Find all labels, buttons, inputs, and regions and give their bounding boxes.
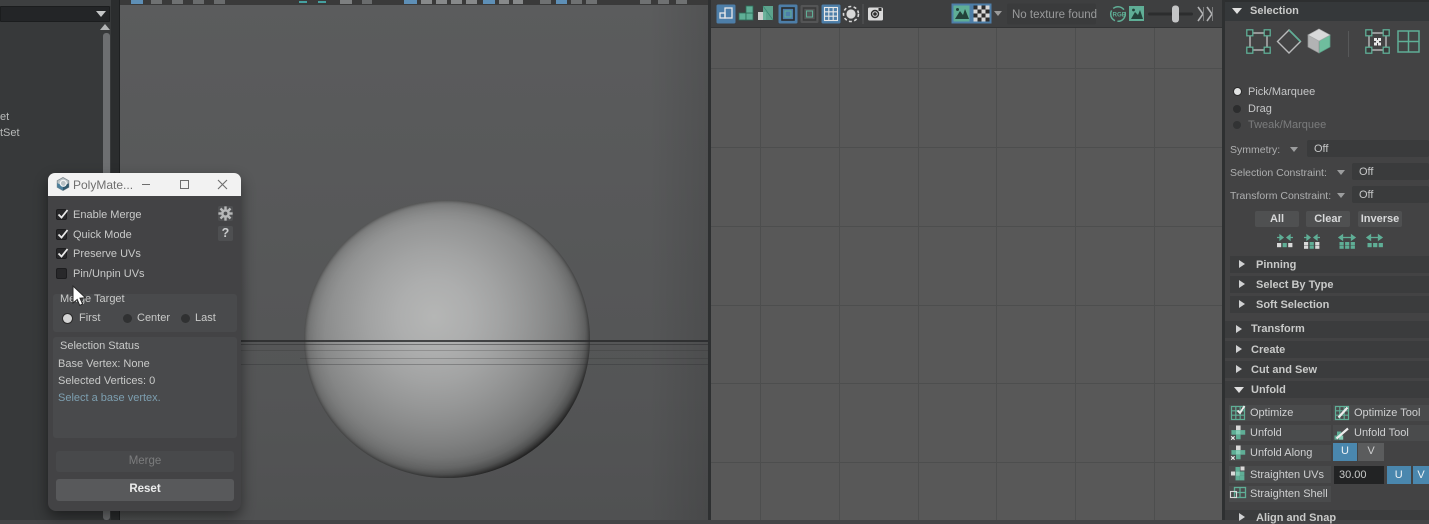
svg-text:No texture found: No texture found: [1012, 9, 1097, 21]
svg-text:RGB: RGB: [1113, 11, 1127, 18]
